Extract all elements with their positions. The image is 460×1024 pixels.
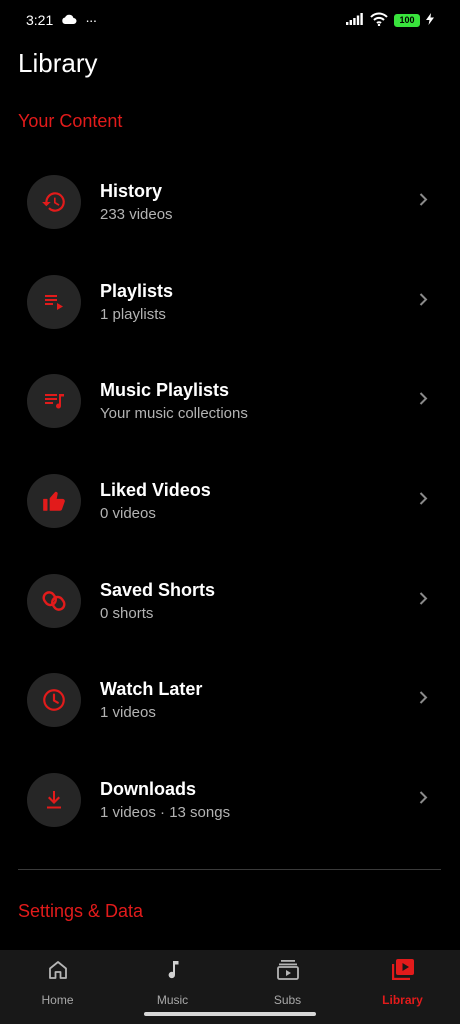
- charging-icon: [426, 12, 434, 28]
- subscriptions-icon: [275, 958, 301, 987]
- history-count: 233 videos: [100, 205, 173, 223]
- chevron-right-icon: [419, 790, 428, 809]
- playlists-label: Playlists: [100, 280, 174, 301]
- playlists-count: 1 playlists: [100, 305, 166, 323]
- library-item-downloads[interactable]: Downloads 1 videos · 13 songs: [0, 750, 460, 850]
- chevron-right-icon: [419, 192, 428, 211]
- nav-home[interactable]: Home: [0, 950, 115, 1024]
- downloads-count: 1 videos · 13 songs: [100, 803, 231, 821]
- status-left: 3:21 ···: [26, 12, 97, 28]
- library-item-music-playlists[interactable]: Music Playlists Your music collections: [0, 351, 460, 451]
- music-playlists-label: Music Playlists: [100, 380, 230, 401]
- nav-library[interactable]: Library: [345, 950, 460, 1024]
- library-item-watch-later[interactable]: Watch Later 1 videos: [0, 650, 460, 750]
- cloud-icon: [61, 12, 77, 28]
- section-divider: [18, 869, 441, 870]
- liked-videos-count: 0 videos: [100, 504, 156, 522]
- library-item-playlists[interactable]: Playlists 1 playlists: [0, 252, 460, 352]
- home-indicator[interactable]: [144, 1012, 316, 1016]
- status-time: 3:21: [26, 12, 54, 28]
- chevron-right-icon: [419, 292, 428, 311]
- history-label: History: [100, 180, 163, 201]
- section-settings-data: Settings & Data: [18, 901, 144, 921]
- downloads-label: Downloads: [100, 778, 197, 799]
- library-icon: [390, 958, 416, 987]
- nav-music-label: Music: [156, 993, 189, 1007]
- download-icon: [27, 772, 81, 827]
- shorts-icon: [27, 573, 81, 628]
- saved-shorts-label: Saved Shorts: [100, 579, 216, 600]
- nav-library-label: Library: [382, 993, 423, 1007]
- more-notifications-icon: ···: [85, 12, 97, 28]
- saved-shorts-count: 0 shorts: [100, 604, 154, 622]
- playlist-play-icon: [27, 274, 81, 329]
- library-screen: 3:21 ··· 100 Library Your Content Histor…: [0, 0, 460, 1024]
- music-playlists-sub: Your music collections: [100, 405, 248, 423]
- library-item-history[interactable]: History 233 videos: [0, 152, 460, 252]
- library-list: History 233 videos Playlists 1 playlists: [0, 152, 460, 850]
- nav-home-label: Home: [41, 993, 74, 1007]
- battery-icon: 100: [394, 13, 420, 27]
- history-icon: [27, 174, 81, 229]
- status-bar: 3:21 ··· 100: [0, 0, 460, 40]
- home-icon: [46, 958, 70, 987]
- page-title: Library: [18, 48, 98, 78]
- music-note-icon: [161, 958, 185, 987]
- liked-videos-label: Liked Videos: [100, 479, 211, 500]
- signal-icon: [346, 12, 364, 28]
- watch-later-label: Watch Later: [100, 679, 203, 700]
- thumbs-up-icon: [27, 473, 81, 528]
- clock-icon: [27, 673, 81, 728]
- section-your-content: Your Content: [18, 111, 123, 131]
- watch-later-count: 1 videos: [100, 704, 156, 722]
- nav-subs-label: Subs: [273, 993, 302, 1007]
- library-item-liked-videos[interactable]: Liked Videos 0 videos: [0, 451, 460, 551]
- music-playlist-icon: [27, 374, 81, 429]
- chevron-right-icon: [419, 392, 428, 411]
- chevron-right-icon: [419, 591, 428, 610]
- status-right: 100: [346, 12, 434, 29]
- chevron-right-icon: [419, 491, 428, 510]
- chevron-right-icon: [419, 691, 428, 710]
- wifi-icon: [370, 12, 388, 29]
- library-item-saved-shorts[interactable]: Saved Shorts 0 shorts: [0, 551, 460, 651]
